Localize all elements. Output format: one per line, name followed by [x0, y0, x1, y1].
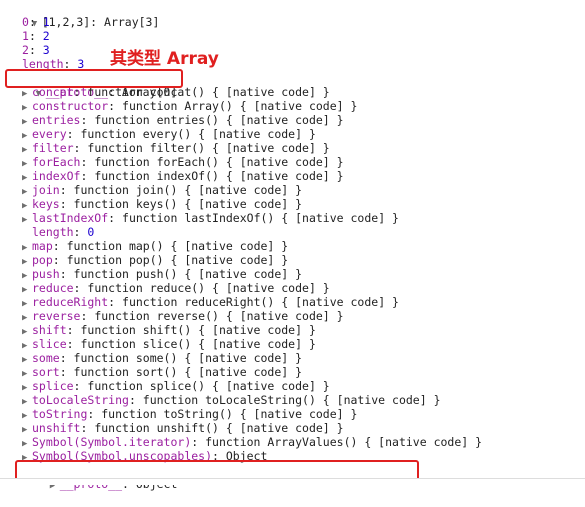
- item-key: 1: [22, 29, 29, 43]
- method-key: indexOf: [32, 169, 81, 183]
- proto-method-row[interactable]: ▶ sort: function sort() { [native code] }: [22, 365, 302, 379]
- method-value: : function keys() { [native code] }: [59, 197, 303, 211]
- method-key: entries: [32, 113, 81, 127]
- proto-method-row[interactable]: ▶ unshift: function unshift() { [native c…: [22, 421, 344, 435]
- method-value: : function toLocaleString() { [native co…: [128, 393, 441, 407]
- method-value: : function indexOf() { [native code] }: [80, 169, 344, 183]
- proto-method-row[interactable]: ▶ reverse: function reverse() { [native c…: [22, 309, 344, 323]
- item-value: 1: [42, 15, 50, 29]
- method-key: lastIndexOf: [32, 211, 109, 225]
- method-value: : function entries() { [native code] }: [80, 113, 344, 127]
- proto-method-row[interactable]: ▶ map: function map() { [native code] }: [22, 239, 288, 253]
- method-key: keys: [32, 197, 60, 211]
- method-key: sort: [32, 365, 60, 379]
- proto-method-row[interactable]: ▶ toLocaleString: function toLocaleString…: [22, 393, 441, 407]
- method-value: : function every() { [native code] }: [66, 127, 316, 141]
- method-key: toLocaleString: [32, 393, 129, 407]
- proto-method-row[interactable]: ▶ every: function every() { [native code]…: [22, 127, 316, 141]
- proto-method-row[interactable]: ▶ pop: function pop() { [native code] }: [22, 253, 288, 267]
- method-value: : function slice() { [native code] }: [66, 337, 316, 351]
- proto-method-row[interactable]: ▶ some: function some() { [native code] }: [22, 351, 302, 365]
- method-key: splice: [32, 379, 74, 393]
- highlight-box-array-proto: [5, 69, 183, 88]
- proto-method-row[interactable]: ▶ push: function push() { [native code] }: [22, 267, 302, 281]
- separator: :: [28, 29, 43, 43]
- method-value: : function reduce() { [native code] }: [73, 281, 330, 295]
- proto-method-row[interactable]: ▶ keys: function keys() { [native code] }: [22, 197, 302, 211]
- method-value: : function shift() { [native code] }: [66, 323, 316, 337]
- separator: :: [28, 43, 43, 57]
- proto-method-row[interactable]: ▶ Symbol(Symbol.iterator): function Array…: [22, 435, 482, 449]
- method-value: : function toString() { [native code] }: [87, 407, 358, 421]
- method-key: reduce: [32, 281, 74, 295]
- method-key: reverse: [32, 309, 81, 323]
- method-key: filter: [32, 141, 74, 155]
- separator: :: [73, 225, 88, 239]
- proto-method-row[interactable]: ▶ forEach: function forEach() { [native c…: [22, 155, 344, 169]
- method-value: : function map() { [native code] }: [52, 239, 289, 253]
- proto-method-row[interactable]: ▶ shift: function shift() { [native code]…: [22, 323, 316, 337]
- proto-method-row[interactable]: ▶ reduceRight: function reduceRight() { […: [22, 295, 399, 309]
- method-key: length: [32, 225, 74, 239]
- console-tree: ▼ [1,2,3]: Array[3] 0: 1 1: 2 2: 3 length: 3…: [0, 0, 585, 491]
- method-value: : function lastIndexOf() { [native code]…: [108, 211, 399, 225]
- method-key: forEach: [32, 155, 81, 169]
- method-key: Symbol(Symbol.iterator): [32, 435, 192, 449]
- proto-method-row[interactable]: ▶ indexOf: function indexOf() { [native c…: [22, 169, 344, 183]
- proto-method-row[interactable]: ▶ lastIndexOf: function lastIndexOf() { […: [22, 211, 399, 225]
- proto-method-row[interactable]: ▶ constructor: function Array() { [native…: [22, 99, 357, 113]
- proto-method-row[interactable]: ▶ splice: function splice() { [native cod…: [22, 379, 330, 393]
- method-value: : function forEach() { [native code] }: [80, 155, 344, 169]
- method-key: join: [32, 183, 60, 197]
- array-header-row[interactable]: ▼ [1,2,3]: Array[3]: [4, 1, 160, 29]
- method-value: : function reduceRight() { [native code]…: [108, 295, 399, 309]
- array-header-text: [1,2,3]: Array[3]: [41, 15, 160, 29]
- method-value: : function reverse() { [native code] }: [80, 309, 344, 323]
- method-key: toString: [32, 407, 88, 421]
- method-value: : function some() { [native code] }: [59, 351, 303, 365]
- item-value: 3: [42, 43, 50, 57]
- proto-method-row[interactable]: ▶ join: function join() { [native code] }: [22, 183, 302, 197]
- method-key: shift: [32, 323, 67, 337]
- annotation-label: 其类型 Array: [110, 49, 219, 69]
- method-key: constructor: [32, 99, 109, 113]
- method-value: : function sort() { [native code] }: [59, 365, 303, 379]
- method-value: : function Array() { [native code] }: [108, 99, 358, 113]
- method-key: slice: [32, 337, 67, 351]
- method-value: : function pop() { [native code] }: [52, 253, 289, 267]
- item-value: 2: [42, 29, 50, 43]
- proto-method-row[interactable]: ▶ slice: function slice() { [native code]…: [22, 337, 316, 351]
- method-key: some: [32, 351, 60, 365]
- proto-method-row[interactable]: ▶ toString: function toString() { [native…: [22, 407, 357, 421]
- array-item-row: 0: 1: [22, 15, 50, 29]
- method-value: : function join() { [native code] }: [59, 183, 303, 197]
- method-value: : function filter() { [native code] }: [73, 141, 330, 155]
- array-item-row: 2: 3: [22, 43, 50, 57]
- method-key: reduceRight: [32, 295, 109, 309]
- array-item-row: 1: 2: [22, 29, 50, 43]
- method-value: : function ArrayValues() { [native code]…: [191, 435, 483, 449]
- method-key: map: [32, 239, 53, 253]
- method-key: push: [32, 267, 60, 281]
- method-key: unshift: [32, 421, 81, 435]
- item-key: 2: [22, 43, 29, 57]
- item-key: 0: [22, 15, 29, 29]
- method-value: : function push() { [native code] }: [59, 267, 303, 281]
- proto-method-row[interactable]: ▶ filter: function filter() { [native cod…: [22, 141, 330, 155]
- method-value: : function splice() { [native code] }: [73, 379, 330, 393]
- separator: :: [28, 15, 43, 29]
- proto-method-row: length: 0: [22, 225, 94, 239]
- proto-method-row[interactable]: ▶ entries: function entries() { [native c…: [22, 113, 344, 127]
- method-key: pop: [32, 253, 53, 267]
- proto-method-row[interactable]: ▶ reduce: function reduce() { [native cod…: [22, 281, 330, 295]
- method-key: every: [32, 127, 67, 141]
- method-value: 0: [87, 225, 95, 239]
- method-value: : function unshift() { [native code] }: [80, 421, 344, 435]
